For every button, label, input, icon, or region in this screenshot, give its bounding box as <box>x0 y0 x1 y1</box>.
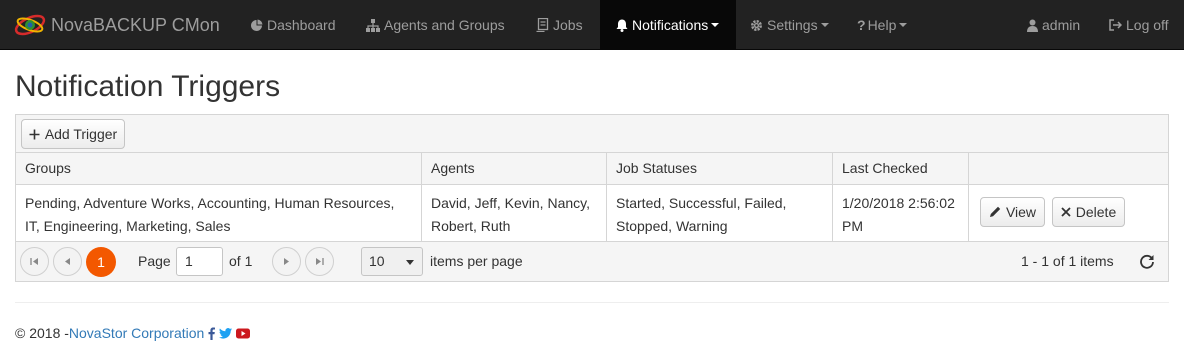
column-header-last-checked[interactable]: Last Checked <box>833 153 969 184</box>
delete-label: Delete <box>1075 203 1117 220</box>
plus-icon <box>29 129 40 139</box>
copyright-text: © 2018 - <box>15 325 69 341</box>
chevron-down-icon <box>899 23 908 27</box>
grid-toolbar: Add Trigger <box>16 115 1168 153</box>
nav-settings[interactable]: Settings <box>750 0 829 50</box>
previous-page-icon <box>65 258 70 265</box>
add-trigger-button[interactable]: Add Trigger <box>21 119 125 149</box>
nav-help-label: Help <box>867 17 897 33</box>
gear-icon <box>751 19 762 31</box>
pencil-icon <box>989 206 1001 217</box>
notification-triggers-grid: Add Trigger Groups Agents Job Statuses L… <box>15 114 1169 282</box>
youtube-icon[interactable] <box>236 328 251 339</box>
cell-last-checked-line: 1/20/2018 2:56:02 <box>842 195 955 211</box>
page-size-value: 10 <box>369 253 385 269</box>
twitter-icon[interactable] <box>219 327 233 339</box>
cell-actions: View Delete <box>969 185 1168 241</box>
nav-dashboard-label: Dashboard <box>267 17 336 33</box>
cell-last-checked-line: PM <box>842 218 863 234</box>
page-title: Notification Triggers <box>15 70 281 103</box>
table-row: Pending, Adventure Works, Accounting, Hu… <box>16 185 1168 242</box>
next-page-icon <box>284 258 289 265</box>
delete-button[interactable]: Delete <box>1052 197 1125 227</box>
nav-user[interactable]: admin <box>1027 0 1080 50</box>
top-navbar: NovaBACKUP CMon Dashboard Agents and Gro… <box>0 0 1184 50</box>
cell-job-statuses-line: Stopped, Warning <box>616 218 728 234</box>
footer: © 2018 - NovaStor Corporation <box>15 324 251 342</box>
previous-page-button[interactable] <box>53 247 82 276</box>
last-page-icon <box>316 258 324 265</box>
last-page-button[interactable] <box>305 247 334 276</box>
nav-logoff-label: Log off <box>1126 17 1169 33</box>
nav-notifications-label: Notifications <box>632 17 709 33</box>
nav-notifications[interactable]: Notifications <box>600 0 736 50</box>
sitemap-icon <box>366 18 380 32</box>
page-size-select[interactable]: 10 <box>361 247 423 276</box>
column-header-groups[interactable]: Groups <box>16 153 422 184</box>
column-header-actions <box>969 153 1168 184</box>
nav-logoff[interactable]: Log off <box>1109 0 1169 50</box>
cell-groups-line: Pending, Adventure Works, Accounting, Hu… <box>25 195 395 211</box>
view-button[interactable]: View <box>980 197 1045 227</box>
brand-link[interactable]: NovaBACKUP CMon <box>13 0 220 50</box>
brand-name: NovaBACKUP CMon <box>51 14 220 35</box>
refresh-button[interactable] <box>1138 253 1156 271</box>
cell-agents: David, Jeff, Kevin, Nancy, Robert, Ruth <box>422 185 607 241</box>
pager-summary: 1 - 1 of 1 items <box>1021 253 1114 269</box>
page-number-input[interactable]: 1 <box>176 247 223 276</box>
grid-header-row: Groups Agents Job Statuses Last Checked <box>16 153 1168 185</box>
items-per-page-label: items per page <box>430 253 523 269</box>
novabackup-logo-icon <box>14 14 46 36</box>
chevron-down-icon <box>711 23 720 27</box>
chevron-down-icon <box>406 260 414 265</box>
next-page-button[interactable] <box>272 247 301 276</box>
logoff-icon <box>1109 19 1122 31</box>
dashboard-icon <box>251 19 263 31</box>
page-of-label: of 1 <box>229 253 253 269</box>
jobs-icon <box>536 18 549 32</box>
chevron-down-icon <box>820 23 829 27</box>
footer-divider <box>15 302 1169 303</box>
nav-jobs-label: Jobs <box>553 17 583 33</box>
nav-user-label: admin <box>1042 17 1081 33</box>
add-trigger-label: Add Trigger <box>44 126 118 142</box>
grid-pager: 1 Page 1 of 1 10 items per page 1 - 1 of… <box>16 242 1168 281</box>
cell-last-checked: 1/20/2018 2:56:02 PM <box>833 185 969 241</box>
page-label: Page <box>138 253 171 269</box>
question-icon: ? <box>857 17 866 33</box>
nav-dashboard[interactable]: Dashboard <box>250 0 336 50</box>
nav-help[interactable]: ? Help <box>857 0 908 50</box>
user-icon <box>1027 19 1038 32</box>
cell-groups-line: IT, Engineering, Marketing, Sales <box>25 218 231 234</box>
nav-agents-groups[interactable]: Agents and Groups <box>366 0 505 50</box>
nav-agents-groups-label: Agents and Groups <box>384 17 505 33</box>
cell-groups: Pending, Adventure Works, Accounting, Hu… <box>16 185 422 241</box>
facebook-icon[interactable] <box>208 327 216 340</box>
nav-jobs[interactable]: Jobs <box>536 0 583 50</box>
column-header-agents[interactable]: Agents <box>422 153 607 184</box>
cell-job-statuses: Started, Successful, Failed, Stopped, Wa… <box>607 185 833 241</box>
nav-settings-label: Settings <box>767 17 818 33</box>
refresh-icon <box>1140 254 1154 269</box>
first-page-button[interactable] <box>20 247 49 276</box>
cell-job-statuses-line: Started, Successful, Failed, <box>616 195 787 211</box>
view-label: View <box>1005 203 1037 220</box>
bell-icon <box>616 19 628 32</box>
cell-agents-line: Robert, Ruth <box>431 218 511 234</box>
column-header-job-statuses[interactable]: Job Statuses <box>607 153 833 184</box>
close-icon <box>1061 207 1071 217</box>
current-page-button[interactable]: 1 <box>86 247 116 277</box>
first-page-icon <box>30 258 38 265</box>
cell-agents-line: David, Jeff, Kevin, Nancy, <box>431 195 590 211</box>
company-link[interactable]: NovaStor Corporation <box>69 325 204 341</box>
